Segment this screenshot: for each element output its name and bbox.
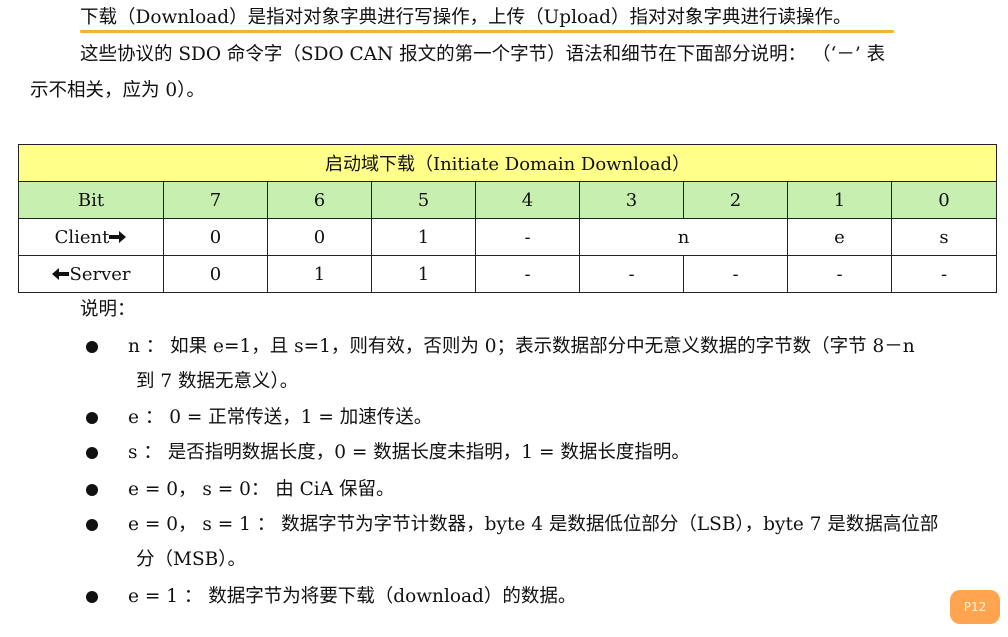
client-bits-3-2: n — [579, 218, 788, 256]
note-e1: e = 1 ： 数据字节为将要下载（download）的数据。 — [128, 586, 577, 607]
server-label: Server — [69, 263, 131, 285]
notes-label: 说明： — [80, 299, 136, 320]
note-n-line-1: n ： 如果 e=1，且 s=1，则有效，否则为 0；表示数据部分中无意义数据的… — [128, 336, 915, 357]
arrow-left-icon — [52, 267, 70, 280]
note-s: s ： 是否指明数据长度，0 = 数据长度未指明，1 = 数据长度指明。 — [128, 442, 690, 463]
server-row: Server 0 1 1 - - - - - — [18, 255, 997, 293]
note-e0-s1-line-1: e = 0， s = 1 ： 数据字节为字节计数器，byte 4 是数据低位部分… — [128, 514, 939, 535]
server-bit-3: - — [579, 255, 684, 293]
intro-line-2: 这些协议的 SDO 命令字（SDO CAN 报文的第一个字节）语法和细节在下面部… — [80, 44, 886, 65]
server-bit-1: - — [787, 255, 892, 293]
bullet-icon — [86, 447, 98, 459]
bullet-icon — [86, 519, 98, 531]
arrow-right-icon — [109, 230, 127, 243]
bit-header-cell: 3 — [579, 181, 684, 219]
bit-header-label: Bit — [18, 181, 164, 219]
bit-header-cell: 7 — [163, 181, 268, 219]
table-title-row: 启动域下载（Initiate Domain Download） — [18, 144, 997, 182]
server-bit-5: 1 — [371, 255, 476, 293]
note-e0-s1-line-2: 分（MSB）。 — [136, 549, 246, 570]
client-bit-4: - — [475, 218, 580, 256]
client-row: Client 0 0 1 - n e s — [18, 218, 997, 256]
server-bit-7: 0 — [163, 255, 268, 293]
client-bit-5: 1 — [371, 218, 476, 256]
note-e0-s0: e = 0， s = 0： 由 CiA 保留。 — [128, 479, 395, 500]
bullet-icon — [86, 484, 98, 496]
server-bit-6: 1 — [267, 255, 372, 293]
note-n-line-2: 到 7 数据无意义）。 — [136, 371, 299, 392]
client-bit-0: s — [891, 218, 997, 256]
client-label: Client — [54, 226, 110, 248]
client-bit-1: e — [787, 218, 892, 256]
bit-header-cell: 5 — [371, 181, 476, 219]
intro-line-1: 下载（Download）是指对对象字典进行写操作，上传（Upload）指对对象字… — [80, 7, 852, 28]
client-bit-7: 0 — [163, 218, 268, 256]
bit-header-cell: 2 — [683, 181, 788, 219]
client-bit-6: 0 — [267, 218, 372, 256]
intro-line-3: 示不相关，应为 0）。 — [30, 80, 205, 101]
server-bit-4: - — [475, 255, 580, 293]
bullet-icon — [86, 591, 98, 603]
server-row-label: Server — [18, 255, 164, 293]
server-bit-2: - — [683, 255, 788, 293]
bit-header-cell: 1 — [787, 181, 892, 219]
bit-header-cell: 4 — [475, 181, 580, 219]
bit-header-cell: 6 — [267, 181, 372, 219]
bullet-icon — [86, 412, 98, 424]
highlight-underline — [80, 30, 894, 33]
server-bit-0: - — [891, 255, 997, 293]
client-row-label: Client — [18, 218, 164, 256]
bit-header-cell: 0 — [891, 181, 997, 219]
bullet-icon — [86, 341, 98, 353]
note-e: e ： 0 = 正常传送，1 = 加速传送。 — [128, 407, 433, 428]
page-number-badge[interactable]: P12 — [950, 590, 1000, 624]
table-title: 启动域下载（Initiate Domain Download） — [18, 144, 997, 182]
initiate-domain-download-table: 启动域下载（Initiate Domain Download） Bit 7 6 … — [18, 144, 997, 293]
bit-header-row: Bit 7 6 5 4 3 2 1 0 — [18, 181, 997, 219]
